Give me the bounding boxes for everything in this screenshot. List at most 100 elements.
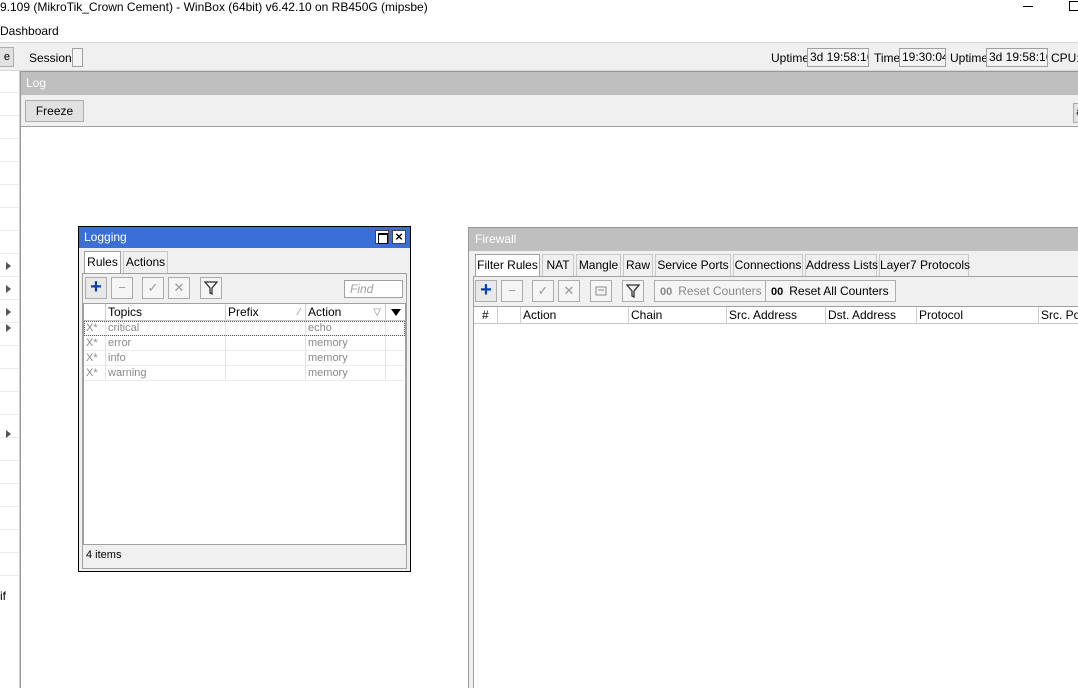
row-prefix xyxy=(226,366,306,381)
toolbar-cut-button[interactable]: e xyxy=(0,47,14,67)
tab-nat[interactable]: NAT xyxy=(542,254,574,276)
tab-actions[interactable]: Actions xyxy=(123,251,168,273)
row-action: echo xyxy=(306,321,386,336)
menubar: Dashboard xyxy=(0,21,1078,41)
window-titlebar: 9.109 (MikroTik_Crown Cement) - WinBox (… xyxy=(0,0,1078,21)
plus-icon[interactable]: + xyxy=(475,280,497,302)
close-icon[interactable]: × xyxy=(392,230,406,244)
table-row[interactable]: X* error memory xyxy=(84,336,405,351)
tab-mangle[interactable]: Mangle xyxy=(576,254,621,276)
sidebar-item[interactable] xyxy=(0,393,19,415)
submenu-arrow-icon xyxy=(6,262,11,270)
header-dst-address[interactable]: Dst. Address xyxy=(826,307,917,324)
tab-filter-rules[interactable]: Filter Rules xyxy=(475,254,540,277)
logging-titlebar[interactable]: Logging × xyxy=(79,227,410,248)
find-input[interactable]: Find xyxy=(344,280,403,298)
table-row[interactable]: X* info memory xyxy=(84,351,405,366)
sidebar-cut-text: if xyxy=(0,589,6,603)
firewall-title[interactable]: Firewall xyxy=(469,228,1078,251)
check-icon[interactable]: ✓ xyxy=(532,280,554,302)
header-flags[interactable] xyxy=(498,307,521,324)
table-row[interactable]: X* critical echo xyxy=(84,321,405,336)
submenu-arrow-icon xyxy=(6,308,11,316)
maximize-icon[interactable] xyxy=(375,230,389,244)
header-flags[interactable] xyxy=(84,304,106,321)
dropdown-arrow-icon[interactable] xyxy=(386,304,406,321)
firewall-panel: + − ✓ ✕ 00 Reset Counters 00 Reset All Cou… xyxy=(473,276,1078,688)
sidebar-item[interactable] xyxy=(0,209,19,231)
row-action: memory xyxy=(306,336,386,351)
minus-icon[interactable]: − xyxy=(111,277,133,299)
sidebar-item[interactable] xyxy=(0,462,19,484)
tab-raw[interactable]: Raw xyxy=(623,254,653,276)
freeze-button[interactable]: Freeze xyxy=(25,100,84,122)
filter-icon[interactable] xyxy=(622,280,644,302)
sidebar-item[interactable] xyxy=(0,485,19,507)
row-action: memory xyxy=(306,351,386,366)
sidebar-item[interactable] xyxy=(0,163,19,185)
log-window-title[interactable]: Log xyxy=(21,72,1078,95)
table-header: Topics Prefix ⁄ Action ▽ xyxy=(84,304,405,321)
tab-layer7-protocols[interactable]: Layer7 Protocols xyxy=(879,254,970,276)
header-chain[interactable]: Chain xyxy=(629,307,727,324)
sidebar-item[interactable] xyxy=(0,324,19,346)
filter-icon[interactable] xyxy=(200,277,222,299)
header-prefix[interactable]: Prefix ⁄ xyxy=(226,304,306,321)
sidebar-item[interactable] xyxy=(0,117,19,139)
window-title: 9.109 (MikroTik_Crown Cement) - WinBox (… xyxy=(0,0,428,14)
sidebar-item[interactable] xyxy=(0,508,19,530)
sidebar-item[interactable] xyxy=(0,370,19,392)
row-topics: error xyxy=(106,336,226,351)
header-protocol[interactable]: Protocol xyxy=(917,307,1039,324)
logging-window: Logging × Rules Actions + − ✓ ✕ Find Top… xyxy=(78,226,411,572)
sidebar-item[interactable] xyxy=(0,232,19,254)
row-topics: warning xyxy=(106,366,226,381)
sidebar-item[interactable] xyxy=(0,554,19,576)
header-action-label: Action xyxy=(308,305,342,319)
session-field[interactable] xyxy=(72,48,83,67)
sidebar-item[interactable] xyxy=(0,94,19,116)
submenu-arrow-icon xyxy=(6,324,11,332)
counter-icon: 00 xyxy=(660,286,673,298)
tab-connections[interactable]: Connections xyxy=(733,254,803,276)
header-src-address[interactable]: Src. Address xyxy=(727,307,826,324)
header-topics[interactable]: Topics xyxy=(106,304,226,321)
reset-all-counters-button[interactable]: 00 Reset All Counters xyxy=(765,280,896,302)
sidebar: if xyxy=(0,71,20,688)
sort-icon: ⁄ xyxy=(298,307,300,318)
header-number[interactable]: # xyxy=(474,307,498,324)
sidebar-item[interactable] xyxy=(0,255,19,277)
sidebar-item[interactable] xyxy=(0,531,19,553)
sidebar-item[interactable] xyxy=(0,301,19,323)
tab-address-lists[interactable]: Address Lists xyxy=(805,254,878,276)
sidebar-item[interactable] xyxy=(0,140,19,162)
sidebar-item[interactable] xyxy=(0,439,19,461)
header-action[interactable]: Action xyxy=(521,307,629,324)
tab-rules[interactable]: Rules xyxy=(84,251,121,274)
header-src-port[interactable]: Src. Port xyxy=(1039,307,1078,324)
comment-icon[interactable] xyxy=(590,280,612,302)
maximize-icon[interactable] xyxy=(1069,1,1078,11)
tab-service-ports[interactable]: Service Ports xyxy=(655,254,731,276)
x-icon[interactable]: ✕ xyxy=(168,277,190,299)
row-flag: X* xyxy=(84,336,106,351)
sidebar-item[interactable] xyxy=(0,71,19,93)
check-icon[interactable]: ✓ xyxy=(142,277,164,299)
sidebar-item[interactable] xyxy=(0,186,19,208)
row-prefix xyxy=(226,336,306,351)
x-icon[interactable]: ✕ xyxy=(558,280,580,302)
minus-icon[interactable]: − xyxy=(501,280,523,302)
row-prefix xyxy=(226,321,306,336)
table-row[interactable]: X* warning memory xyxy=(84,366,405,381)
log-edge-button[interactable]: a xyxy=(1073,103,1078,123)
sidebar-item[interactable] xyxy=(0,347,19,369)
sort-icon: ▽ xyxy=(373,307,381,318)
plus-icon[interactable]: + xyxy=(85,277,107,299)
sidebar-item[interactable] xyxy=(0,416,19,438)
menu-dashboard[interactable]: Dashboard xyxy=(0,24,59,38)
header-action[interactable]: Action ▽ xyxy=(306,304,386,321)
sidebar-item[interactable] xyxy=(0,278,19,300)
submenu-arrow-icon xyxy=(6,285,11,293)
minimize-icon[interactable] xyxy=(1023,6,1033,7)
reset-counters-button[interactable]: 00 Reset Counters xyxy=(654,280,769,302)
